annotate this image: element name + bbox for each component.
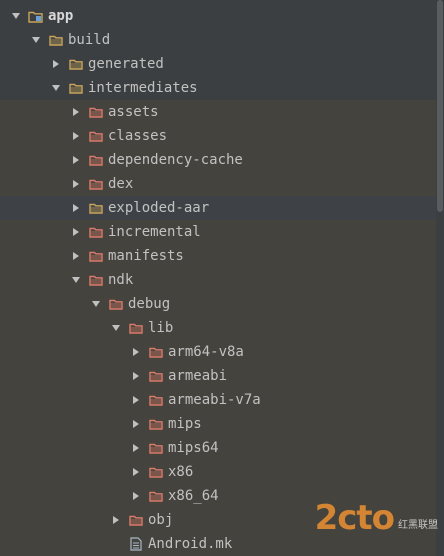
excluded-folder-icon	[148, 388, 164, 412]
tree-node-label: incremental	[108, 224, 201, 240]
excluded-folder-icon	[88, 268, 104, 292]
chevron-right-icon[interactable]	[130, 364, 142, 388]
watermark-subtitle: 红黑联盟	[398, 520, 438, 531]
chevron-right-icon[interactable]	[130, 436, 142, 460]
chevron-right-icon[interactable]	[50, 52, 62, 76]
folder-icon	[88, 196, 104, 220]
tree-node-label: obj	[148, 512, 174, 528]
excluded-folder-icon	[88, 124, 104, 148]
chevron-right-icon[interactable]	[110, 508, 122, 532]
excluded-folder-icon	[88, 172, 104, 196]
tree-node-label: mips	[168, 416, 202, 432]
excluded-folder-icon	[88, 148, 104, 172]
chevron-down-icon[interactable]	[90, 292, 102, 316]
tree-node-label: exploded-aar	[108, 200, 210, 216]
tree-node-label: armeabi	[168, 368, 228, 384]
tree-node-label: assets	[108, 104, 159, 120]
tree-node-label: mips64	[168, 440, 219, 456]
watermark-logo: 2cto	[314, 498, 395, 538]
chevron-right-icon[interactable]	[130, 412, 142, 436]
tree-node-generated[interactable]: generated	[0, 52, 436, 76]
tree-node-debug[interactable]: debug	[0, 292, 436, 316]
chevron-right-icon[interactable]	[130, 460, 142, 484]
excluded-folder-icon	[128, 316, 144, 340]
tree-node-dependency-cache[interactable]: dependency-cache	[0, 148, 436, 172]
folder-icon	[68, 76, 84, 100]
chevron-right-icon[interactable]	[70, 124, 82, 148]
chevron-right-icon[interactable]	[130, 388, 142, 412]
tree-node-label: dependency-cache	[108, 152, 243, 168]
excluded-folder-icon	[148, 460, 164, 484]
tree-node-label: armeabi-v7a	[168, 392, 261, 408]
tree-node-ndk[interactable]: ndk	[0, 268, 436, 292]
project-tree: app build generated intermediates assets clas…	[0, 4, 436, 556]
tree-node-label: Android.mk	[148, 536, 233, 552]
excluded-folder-icon	[148, 436, 164, 460]
tree-node-label: dex	[108, 176, 134, 192]
chevron-right-icon[interactable]	[70, 172, 82, 196]
chevron-right-icon[interactable]	[70, 220, 82, 244]
folder-icon	[48, 28, 64, 52]
excluded-folder-icon	[148, 484, 164, 508]
tree-node-label: x86	[168, 464, 194, 480]
excluded-folder-icon	[88, 100, 104, 124]
tree-node-label: intermediates	[88, 80, 198, 96]
chevron-down-icon[interactable]	[110, 316, 122, 340]
excluded-folder-icon	[128, 508, 144, 532]
vertical-scrollbar[interactable]	[436, 0, 444, 551]
chevron-down-icon[interactable]	[30, 28, 42, 52]
tree-node-assets[interactable]: assets	[0, 100, 436, 124]
tree-node-armeabi-v7a[interactable]: armeabi-v7a	[0, 388, 436, 412]
tree-node-exploded-aar[interactable]: exploded-aar	[0, 196, 436, 220]
tree-node-label: app	[48, 8, 74, 24]
tree-node-x86[interactable]: x86	[0, 460, 436, 484]
tree-node-label: build	[68, 32, 111, 48]
tree-node-label: debug	[128, 296, 171, 312]
chevron-down-icon[interactable]	[50, 76, 62, 100]
tree-node-manifests[interactable]: manifests	[0, 244, 436, 268]
tree-node-label: x86_64	[168, 488, 219, 504]
tree-node-intermediates[interactable]: intermediates	[0, 76, 436, 100]
tree-node-label: manifests	[108, 248, 184, 264]
tree-node-label: generated	[88, 56, 164, 72]
folder-icon	[68, 52, 84, 76]
watermark: 2cto 红黑联盟	[315, 501, 438, 535]
excluded-folder-icon	[88, 244, 104, 268]
chevron-right-icon[interactable]	[70, 244, 82, 268]
tree-node-app[interactable]: app	[0, 4, 436, 28]
chevron-right-icon[interactable]	[130, 340, 142, 364]
tree-node-build[interactable]: build	[0, 28, 436, 52]
tree-node-dex[interactable]: dex	[0, 172, 436, 196]
tree-node-armeabi[interactable]: armeabi	[0, 364, 436, 388]
chevron-right-icon[interactable]	[70, 100, 82, 124]
module-folder-icon	[28, 4, 44, 28]
tree-node-label: arm64-v8a	[168, 344, 244, 360]
chevron-down-icon[interactable]	[70, 268, 82, 292]
tree-node-classes[interactable]: classes	[0, 124, 436, 148]
tree-node-arm64-v8a[interactable]: arm64-v8a	[0, 340, 436, 364]
excluded-folder-icon	[148, 364, 164, 388]
excluded-folder-icon	[148, 412, 164, 436]
chevron-down-icon[interactable]	[10, 4, 22, 28]
tree-node-lib[interactable]: lib	[0, 316, 436, 340]
tree-node-incremental[interactable]: incremental	[0, 220, 436, 244]
scrollbar-thumb[interactable]	[437, 0, 443, 212]
chevron-right-icon[interactable]	[70, 196, 82, 220]
excluded-folder-icon	[108, 292, 124, 316]
excluded-folder-icon	[88, 220, 104, 244]
tree-node-mips64[interactable]: mips64	[0, 436, 436, 460]
chevron-right-icon[interactable]	[130, 484, 142, 508]
tree-node-label: ndk	[108, 272, 134, 288]
tree-node-mips[interactable]: mips	[0, 412, 436, 436]
tree-node-label: lib	[148, 320, 174, 336]
file-icon	[128, 532, 144, 556]
tree-node-label: classes	[108, 128, 168, 144]
excluded-folder-icon	[148, 340, 164, 364]
chevron-right-icon[interactable]	[70, 148, 82, 172]
